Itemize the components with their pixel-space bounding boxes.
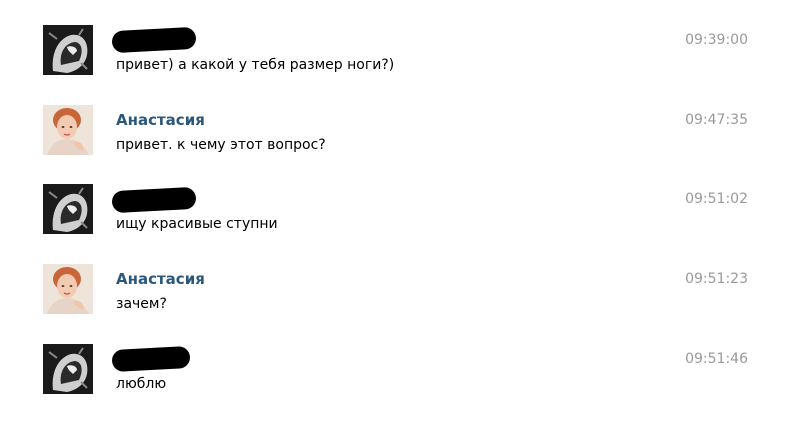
message-time: 09:47:35 [685,112,748,128]
message-text: зачем? [116,296,167,312]
message-item: Анастасия зачем? 09:51:23 [0,264,800,344]
message-text: привет) а какой у тебя размер ноги?) [116,57,395,73]
message-text: люблю [116,376,167,392]
avatar[interactable] [43,25,93,75]
avatar[interactable] [43,264,93,314]
dark-portrait-avatar-icon [43,184,93,234]
message-text: ищу красивые ступни [116,216,278,232]
redacted-author-name [111,186,197,214]
message-item: ищу красивые ступни 09:51:02 [0,184,800,264]
message-time: 09:51:46 [685,351,748,367]
girl-portrait-avatar-icon [43,264,93,314]
avatar[interactable] [43,184,93,234]
message-time: 09:39:00 [685,32,748,48]
message-text: привет. к чему этот вопрос? [116,137,326,153]
message-time: 09:51:23 [685,271,748,287]
redacted-author-name [111,26,197,54]
message-item: привет) а какой у тебя размер ноги?) 09:… [0,25,800,105]
author-name[interactable]: Анастасия [116,111,205,129]
redacted-author-name [111,345,191,373]
message-item: Анастасия привет. к чему этот вопрос? 09… [0,105,800,185]
message-time: 09:51:02 [685,191,748,207]
avatar[interactable] [43,105,93,155]
girl-portrait-avatar-icon [43,105,93,155]
dark-portrait-avatar-icon [43,25,93,75]
dark-portrait-avatar-icon [43,344,93,394]
author-name[interactable]: Анастасия [116,270,205,288]
avatar[interactable] [43,344,93,394]
message-item: люблю 09:51:46 [0,344,800,424]
